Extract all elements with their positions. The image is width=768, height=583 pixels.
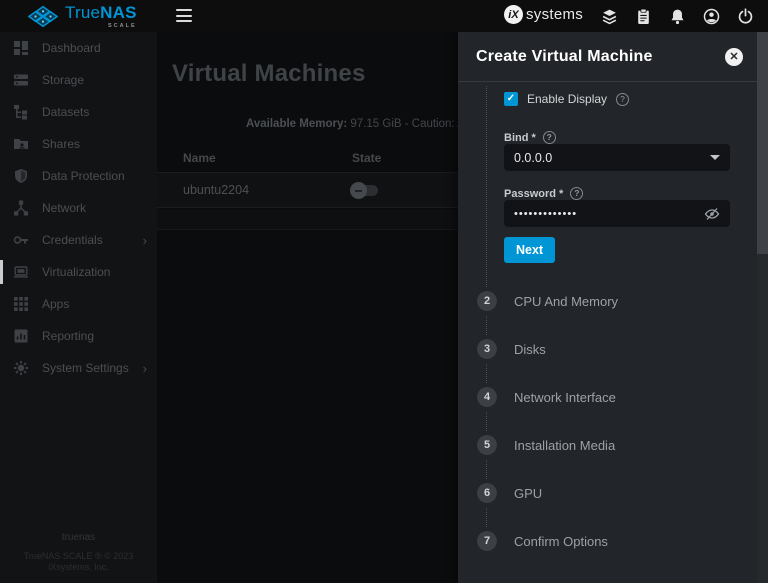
key-icon bbox=[13, 232, 29, 248]
wizard-step-network-interface[interactable]: 4 Network Interface bbox=[477, 387, 616, 407]
help-icon[interactable]: ? bbox=[616, 93, 629, 106]
table-row[interactable]: ubuntu2204 bbox=[157, 172, 458, 208]
truenas-logo[interactable]: TrueNAS SCALE bbox=[28, 3, 137, 29]
wizard-step-confirm-options[interactable]: 7 Confirm Options bbox=[477, 531, 608, 551]
password-field-label: Password * ? bbox=[504, 187, 583, 200]
datasets-icon bbox=[13, 104, 29, 120]
sidebar-item-system-settings[interactable]: System Settings › bbox=[0, 352, 157, 384]
chevron-right-icon: › bbox=[143, 233, 147, 248]
create-vm-panel: Create Virtual Machine ✕ ✓ Enable Displa… bbox=[458, 32, 768, 583]
chevron-down-icon bbox=[710, 155, 720, 160]
hostname-label: truenas bbox=[0, 532, 157, 543]
toggle-knob-stop-icon bbox=[350, 182, 367, 199]
table-footer-strip bbox=[157, 209, 458, 230]
bind-select[interactable]: 0.0.0.0 bbox=[504, 144, 730, 171]
chevron-right-icon: › bbox=[143, 361, 147, 376]
sidebar-item-datasets[interactable]: Datasets bbox=[0, 96, 157, 128]
panel-header: Create Virtual Machine ✕ bbox=[458, 32, 768, 82]
gear-icon bbox=[13, 360, 29, 376]
sidebar-item-dashboard[interactable]: Dashboard bbox=[0, 32, 157, 64]
wizard-step-disks[interactable]: 3 Disks bbox=[477, 339, 546, 359]
bind-field-label: Bind * ? bbox=[504, 131, 556, 144]
password-input[interactable]: ••••••••••••• bbox=[504, 200, 730, 227]
table-header-name: Name bbox=[183, 151, 216, 165]
sidebar-item-network[interactable]: Network bbox=[0, 192, 157, 224]
step-number: 5 bbox=[477, 435, 497, 455]
enable-display-label: Enable Display bbox=[527, 92, 607, 106]
wizard-step-gpu[interactable]: 6 GPU bbox=[477, 483, 542, 503]
power-icon[interactable] bbox=[737, 8, 754, 25]
step-number: 6 bbox=[477, 483, 497, 503]
next-button[interactable]: Next bbox=[504, 237, 555, 263]
top-header: TrueNAS SCALE iX systems bbox=[0, 0, 768, 32]
step-number: 4 bbox=[477, 387, 497, 407]
reporting-chart-icon bbox=[13, 328, 29, 344]
sidebar-nav: Dashboard Storage Datasets Shares Data P… bbox=[0, 32, 157, 583]
network-icon bbox=[13, 200, 29, 216]
ix-logo-text: systems bbox=[526, 6, 583, 23]
sidebar-item-virtualization[interactable]: Virtualization bbox=[0, 256, 157, 288]
brand-subtext: SCALE bbox=[65, 23, 137, 29]
bind-select-value: 0.0.0.0 bbox=[514, 151, 710, 165]
brand-text: TrueNAS bbox=[65, 3, 137, 22]
apps-grid-icon bbox=[13, 296, 29, 312]
ixsystems-logo: iX systems bbox=[504, 5, 583, 24]
truenas-screen: TrueNAS SCALE iX systems bbox=[0, 0, 768, 583]
step-number: 3 bbox=[477, 339, 497, 359]
menu-hamburger-icon[interactable] bbox=[176, 9, 192, 22]
truecommand-icon[interactable] bbox=[601, 8, 618, 25]
dashboard-icon bbox=[13, 40, 29, 56]
wizard-step-installation-media[interactable]: 5 Installation Media bbox=[477, 435, 615, 455]
truenas-logo-icon bbox=[28, 4, 58, 28]
stepper-connector-line bbox=[486, 86, 487, 541]
shares-folder-icon bbox=[13, 136, 29, 152]
shield-icon bbox=[13, 168, 29, 184]
step-number: 2 bbox=[477, 291, 497, 311]
panel-title: Create Virtual Machine bbox=[476, 48, 653, 66]
enable-display-checkbox[interactable]: ✓ bbox=[504, 92, 518, 106]
sidebar-item-shares[interactable]: Shares bbox=[0, 128, 157, 160]
visibility-off-eye-icon[interactable] bbox=[704, 206, 720, 222]
available-memory-note: Available Memory: 97.15 GiB - Caution: A… bbox=[246, 118, 458, 130]
copyright-label: TrueNAS SCALE ® © 2023 iXsystems, Inc. bbox=[0, 551, 157, 573]
close-icon[interactable]: ✕ bbox=[725, 48, 743, 66]
panel-scrollbar[interactable] bbox=[757, 32, 768, 583]
sidebar-item-credentials[interactable]: Credentials › bbox=[0, 224, 157, 256]
account-user-icon[interactable] bbox=[703, 8, 720, 25]
main-content: Virtual Machines Available Memory: 97.15… bbox=[157, 32, 458, 583]
sidebar-item-reporting[interactable]: Reporting bbox=[0, 320, 157, 352]
scrollbar-thumb[interactable] bbox=[757, 32, 768, 254]
virtualization-icon bbox=[13, 264, 29, 280]
vm-name-cell: ubuntu2204 bbox=[183, 183, 249, 197]
step-number: 7 bbox=[477, 531, 497, 551]
sidebar-item-data-protection[interactable]: Data Protection bbox=[0, 160, 157, 192]
sidebar-item-storage[interactable]: Storage bbox=[0, 64, 157, 96]
password-value: ••••••••••••• bbox=[514, 208, 704, 220]
jobs-clipboard-icon[interactable] bbox=[635, 8, 652, 25]
help-icon[interactable]: ? bbox=[543, 131, 556, 144]
vm-state-toggle[interactable] bbox=[350, 184, 380, 197]
storage-icon bbox=[13, 72, 29, 88]
help-icon[interactable]: ? bbox=[570, 187, 583, 200]
alerts-bell-icon[interactable] bbox=[669, 8, 686, 25]
page-title: Virtual Machines bbox=[172, 60, 366, 88]
wizard-step-cpu-memory[interactable]: 2 CPU And Memory bbox=[477, 291, 618, 311]
enable-display-row: ✓ Enable Display ? bbox=[504, 92, 629, 106]
table-header-state: State bbox=[352, 151, 381, 165]
ix-logo-icon: iX bbox=[504, 5, 523, 24]
sidebar-item-apps[interactable]: Apps bbox=[0, 288, 157, 320]
